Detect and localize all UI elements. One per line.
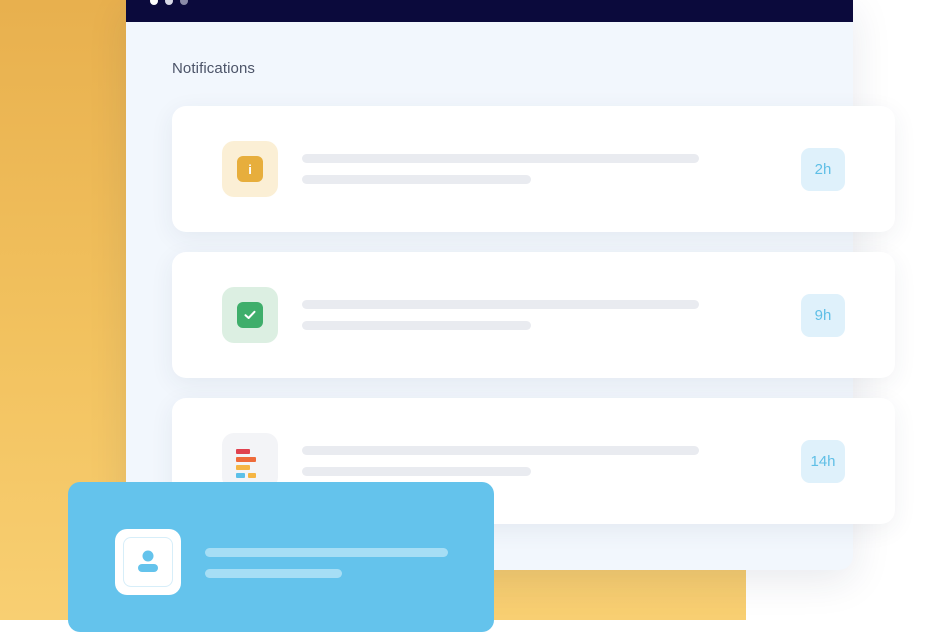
text-placeholder-line <box>302 321 531 330</box>
time-badge: 2h <box>801 148 845 191</box>
notification-icon-tile <box>222 433 278 489</box>
profile-card[interactable] <box>68 482 494 632</box>
window-titlebar <box>126 0 853 22</box>
window-dot-icon[interactable] <box>150 0 158 5</box>
time-badge: 9h <box>801 294 845 337</box>
app-logo-icon <box>236 449 264 478</box>
text-placeholder-line <box>205 569 342 578</box>
text-placeholder-line <box>302 300 699 309</box>
notification-card[interactable]: 9h <box>172 252 895 378</box>
notification-icon-tile: i <box>222 141 278 197</box>
text-placeholder-line <box>302 467 531 476</box>
text-placeholder-line <box>302 154 699 163</box>
page-title: Notifications <box>172 60 256 77</box>
window-dot-icon[interactable] <box>165 0 173 5</box>
time-badge: 14h <box>801 440 845 483</box>
check-icon <box>237 302 263 328</box>
text-placeholder-line <box>205 548 448 557</box>
notification-icon-tile <box>222 287 278 343</box>
text-placeholder-line <box>302 446 699 455</box>
avatar <box>115 529 181 595</box>
window-dot-icon[interactable] <box>180 0 188 5</box>
avatar-frame <box>123 537 173 587</box>
text-placeholder-line <box>302 175 531 184</box>
info-icon: i <box>237 156 263 182</box>
user-icon <box>138 550 158 572</box>
notification-card[interactable]: i 2h <box>172 106 895 232</box>
